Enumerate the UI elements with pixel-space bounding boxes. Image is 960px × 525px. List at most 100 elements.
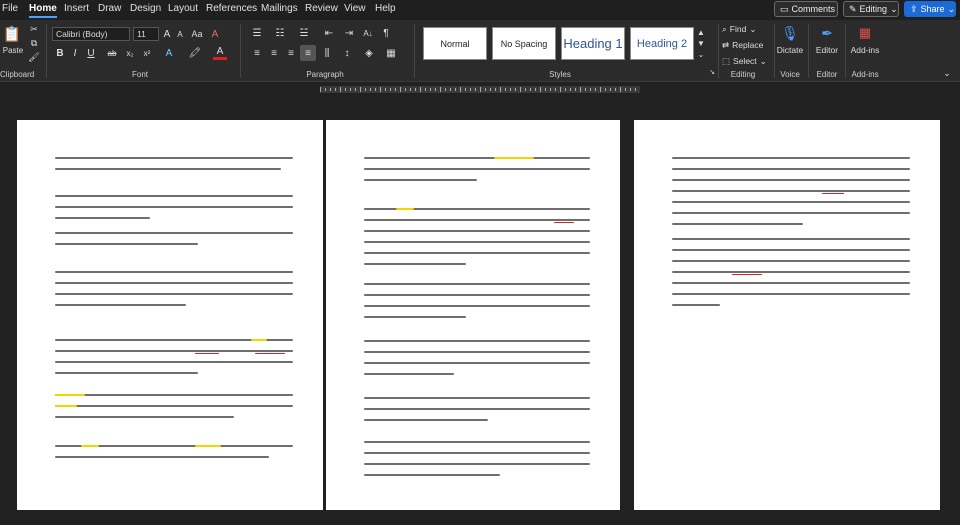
tab-file[interactable]: File [2, 3, 18, 14]
document-page-1[interactable] [17, 120, 323, 510]
italic-button[interactable]: I [70, 47, 80, 59]
text-line [364, 463, 590, 466]
font-name-field[interactable]: Calibri (Body) [52, 27, 130, 41]
tab-help[interactable]: Help [375, 3, 396, 14]
collapse-ribbon-icon[interactable]: ⌄ [942, 68, 952, 78]
sort-icon[interactable]: A↓ [361, 26, 375, 40]
tab-mailings[interactable]: Mailings [261, 3, 298, 14]
ruler-tick [600, 87, 601, 92]
text-line [364, 179, 477, 182]
tab-draw[interactable]: Draw [98, 3, 121, 14]
grow-font-icon[interactable]: A [161, 27, 173, 41]
tab-insert[interactable]: Insert [64, 3, 89, 14]
ruler-tick [440, 87, 441, 92]
ruler-tick [400, 87, 401, 92]
document-page-2[interactable] [326, 120, 620, 510]
align-left-icon[interactable]: ≡ [250, 46, 264, 60]
strikethrough-button[interactable]: ab [105, 47, 119, 59]
align-center-icon[interactable]: ≡ [267, 46, 281, 60]
text-line [364, 305, 590, 308]
select-button[interactable]: ⬚ Select ⌄ [722, 55, 774, 67]
style-heading-1[interactable]: Heading 1 [561, 27, 625, 60]
ruler-tick [460, 87, 461, 92]
text-line [55, 293, 293, 296]
tab-design[interactable]: Design [130, 3, 161, 14]
document-page-3[interactable] [634, 120, 940, 510]
text-line [55, 350, 293, 353]
highlighter-icon[interactable]: 🖍 [188, 46, 202, 60]
editing-mode-button[interactable]: ✎ Editing ⌄ [843, 1, 899, 17]
ruler-tick [580, 87, 581, 92]
text-line [364, 168, 590, 171]
text-line [55, 361, 293, 364]
styles-launcher-icon[interactable]: ↘ [708, 68, 716, 76]
tab-references[interactable]: References [206, 3, 257, 14]
decrease-indent-icon[interactable]: ⇤ [322, 26, 336, 40]
font-color-icon[interactable]: A [213, 46, 227, 60]
format-painter-icon[interactable]: 🖌 [28, 52, 40, 62]
paste-icon[interactable]: 📋 [3, 24, 22, 44]
numbering-icon[interactable]: ☷ [273, 26, 287, 40]
tab-view[interactable]: View [344, 3, 366, 14]
replace-button[interactable]: ⇄ Replace [722, 39, 778, 51]
show-formatting-button[interactable]: ¶ [380, 26, 392, 40]
increase-indent-icon[interactable]: ⇥ [342, 26, 356, 40]
microphone-icon[interactable]: 🎙 [781, 23, 799, 43]
styles-more-icon[interactable]: ⌄ [696, 49, 706, 59]
cursor-icon: ⬚ [722, 55, 731, 66]
style-normal[interactable]: Normal [423, 27, 487, 60]
distributed-icon[interactable]: ⫼ [320, 46, 334, 60]
ruler-tick [615, 88, 616, 91]
find-button[interactable]: ⌕ Find ⌄ [722, 23, 772, 35]
shading-icon[interactable]: ◈ [362, 46, 376, 60]
dictate-button[interactable]: Dictate [775, 45, 805, 55]
justify-icon[interactable]: ≡ [300, 45, 316, 61]
ruler-tick [565, 88, 566, 91]
ruler-tick [560, 87, 561, 92]
text-effects-icon[interactable]: A [162, 46, 176, 60]
tab-home[interactable]: Home [29, 3, 57, 18]
editing-group-label: Editing [730, 70, 756, 79]
add-ins-button[interactable]: Add-ins [848, 45, 882, 55]
ruler-tick [410, 88, 411, 91]
font-size-field[interactable]: 11 [133, 27, 159, 41]
add-ins-icon[interactable]: ▦ [855, 23, 875, 43]
menu-tab-bar: File Home Insert Draw Design Layout Refe… [0, 0, 960, 20]
cut-icon[interactable]: ✂ [28, 24, 40, 34]
ruler-tick [330, 88, 331, 91]
underline-button[interactable]: U [86, 47, 96, 59]
copy-icon[interactable]: ⧉ [28, 38, 40, 48]
text-line [55, 271, 293, 274]
style-heading-2[interactable]: Heading 2 [630, 27, 694, 60]
subscript-button[interactable]: x₂ [123, 47, 137, 59]
bullets-icon[interactable]: ☰ [250, 26, 264, 40]
shrink-font-icon[interactable]: A [174, 27, 186, 41]
superscript-button[interactable]: x² [140, 47, 154, 59]
bold-button[interactable]: B [55, 47, 65, 59]
styles-scroll-up-icon[interactable]: ▲ [696, 27, 706, 37]
styles-scroll-down-icon[interactable]: ▼ [696, 38, 706, 48]
replace-icon: ⇄ [722, 39, 730, 50]
text-line [672, 249, 910, 252]
ruler-tick [540, 87, 541, 92]
editor-icon[interactable]: ✒ [817, 23, 837, 43]
line-spacing-icon[interactable]: ↕ [340, 46, 354, 60]
ruler[interactable] [320, 86, 640, 93]
style-no-spacing[interactable]: No Spacing [492, 27, 556, 60]
change-case-icon[interactable]: Aa [189, 27, 205, 41]
multilevel-list-icon[interactable]: ☱ [297, 26, 311, 40]
text-line [364, 441, 590, 444]
ruler-tick [455, 88, 456, 91]
ruler-tick [405, 88, 406, 91]
tab-layout[interactable]: Layout [168, 3, 198, 14]
align-right-icon[interactable]: ≡ [284, 46, 298, 60]
clear-formatting-icon[interactable]: A [208, 27, 222, 41]
share-button[interactable]: ⇪ Share ⌄ [904, 1, 956, 17]
editor-button[interactable]: Editor [812, 45, 842, 55]
comments-button[interactable]: ▭ Comments [774, 1, 838, 17]
tab-review[interactable]: Review [305, 3, 338, 14]
paste-button[interactable]: Paste [2, 45, 24, 55]
text-line [364, 452, 590, 455]
text-line [364, 294, 590, 297]
borders-icon[interactable]: ▦ [384, 46, 398, 60]
